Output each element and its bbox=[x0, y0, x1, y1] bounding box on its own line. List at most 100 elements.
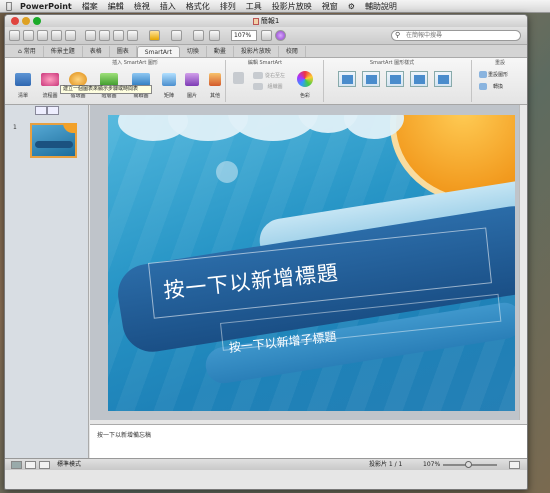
cut-icon[interactable] bbox=[85, 30, 96, 41]
outline-view-tab[interactable] bbox=[47, 106, 59, 115]
bubble-graphic bbox=[216, 161, 238, 183]
fit-window-button[interactable] bbox=[509, 461, 520, 469]
notes-view-button[interactable] bbox=[39, 461, 50, 469]
help-icon[interactable] bbox=[275, 30, 286, 41]
style-preset-4[interactable] bbox=[410, 71, 428, 87]
menu-insert[interactable]: 插入 bbox=[160, 1, 176, 12]
zoom-window-button[interactable] bbox=[33, 17, 41, 25]
menu-bar:  PowerPoint 檔案 編輯 檢視 插入 格式化 排列 工具 投影片放映… bbox=[0, 0, 550, 13]
tab-smartart[interactable]: SmartArt bbox=[136, 46, 180, 57]
thumbnail-sun bbox=[63, 123, 77, 133]
open-icon[interactable] bbox=[37, 30, 48, 41]
process-label: 流程圖 bbox=[42, 93, 58, 99]
colors-icon[interactable] bbox=[297, 71, 313, 87]
slide-show-icon[interactable] bbox=[193, 30, 204, 41]
view-toggle bbox=[35, 106, 59, 115]
group-smartart-styles: SmartArt 圖形樣式 bbox=[369, 60, 415, 66]
slide-thumbnail[interactable] bbox=[30, 123, 77, 158]
list-layout-icon[interactable] bbox=[15, 73, 31, 86]
ribbon-divider bbox=[225, 60, 226, 102]
slide-count-label: 投影片 1 / 1 bbox=[369, 461, 403, 468]
menu-format[interactable]: 格式化 bbox=[186, 1, 210, 12]
menu-view[interactable]: 檢視 bbox=[134, 1, 150, 12]
format-painter-icon[interactable] bbox=[127, 30, 138, 41]
slide-sorter-button[interactable] bbox=[25, 461, 36, 469]
tab-tables[interactable]: 表格 bbox=[83, 46, 110, 57]
zoom-dropdown-icon[interactable] bbox=[261, 30, 272, 41]
ribbon-divider bbox=[471, 60, 472, 102]
gallery-icon[interactable] bbox=[23, 30, 34, 41]
search-icon: ⚲ bbox=[395, 31, 401, 39]
document-icon bbox=[252, 17, 259, 25]
window-title: 簡報1 bbox=[260, 17, 280, 25]
tab-review[interactable]: 校閱 bbox=[279, 46, 306, 57]
app-menu[interactable]: PowerPoint bbox=[20, 2, 72, 11]
search-input[interactable]: ⚲ 在簡報中搜尋 bbox=[391, 30, 521, 41]
standard-toolbar: 107% ⚲ 在簡報中搜尋 bbox=[5, 27, 527, 45]
title-bar: 簡報1 bbox=[5, 15, 527, 27]
print-icon[interactable] bbox=[65, 30, 76, 41]
ribbon-tabs: ⌂ 常用 佈景主題 表格 圖表 SmartArt 切換 動畫 投影片放映 校閱 bbox=[5, 45, 527, 58]
new-presentation-icon[interactable] bbox=[9, 30, 20, 41]
group-insert-smartart: 插入 SmartArt 圖形 bbox=[112, 60, 158, 66]
minimize-window-button[interactable] bbox=[22, 17, 30, 25]
style-preset-2[interactable] bbox=[362, 71, 380, 87]
undo-icon[interactable] bbox=[149, 30, 160, 41]
style-preset-3[interactable] bbox=[386, 71, 404, 87]
tab-charts[interactable]: 圖表 bbox=[110, 46, 137, 57]
notes-placeholder[interactable]: 按一下以新增備忘稿 bbox=[97, 432, 151, 439]
slide-canvas[interactable]: 按一下以新增標題 按一下以新增子標題 bbox=[108, 115, 515, 411]
close-window-button[interactable] bbox=[11, 17, 19, 25]
menu-slideshow[interactable]: 投影片放映 bbox=[272, 1, 312, 12]
copy-icon[interactable] bbox=[99, 30, 110, 41]
apple-menu-icon[interactable]:  bbox=[6, 1, 12, 12]
menu-edit[interactable]: 編輯 bbox=[108, 1, 124, 12]
slides-view-tab[interactable] bbox=[35, 106, 47, 115]
ribbon-divider bbox=[323, 60, 324, 102]
picture-label: 圖片 bbox=[186, 93, 197, 99]
tab-home[interactable]: ⌂ 常用 bbox=[11, 46, 44, 57]
view-mode-label: 標準模式 bbox=[57, 461, 82, 468]
right-to-left-label: 從右至左 bbox=[264, 73, 285, 79]
menu-tools[interactable]: 工具 bbox=[246, 1, 262, 12]
status-bar: 標準模式 投影片 1 / 1 107% bbox=[5, 458, 527, 470]
vertical-scrollbar[interactable] bbox=[519, 105, 527, 420]
style-preset-5[interactable] bbox=[434, 71, 452, 87]
menu-arrange[interactable]: 排列 bbox=[220, 1, 236, 12]
matrix-layout-icon[interactable] bbox=[162, 73, 176, 86]
group-edit-smartart: 編輯 SmartArt bbox=[247, 60, 283, 66]
tab-animations[interactable]: 動畫 bbox=[207, 46, 234, 57]
other-label: 其他 bbox=[209, 93, 220, 99]
tab-transitions[interactable]: 切換 bbox=[180, 46, 207, 57]
normal-view-button[interactable] bbox=[11, 461, 22, 469]
sidebar-icon[interactable] bbox=[209, 30, 220, 41]
org-chart-label: 組織圖 bbox=[267, 84, 283, 90]
style-preset-1[interactable] bbox=[338, 71, 356, 87]
notes-pane[interactable]: 按一下以新增備忘稿 bbox=[90, 424, 527, 458]
menu-script-icon[interactable]: ⚙ bbox=[348, 2, 355, 11]
reset-graphic-label[interactable]: 重設圖形 bbox=[486, 71, 510, 78]
save-icon[interactable] bbox=[51, 30, 62, 41]
thumbnail-band bbox=[35, 141, 73, 148]
status-zoom-label: 107% bbox=[423, 461, 441, 468]
matrix-label: 矩陣 bbox=[163, 93, 174, 99]
slide-thumbnail-pane: 1 bbox=[5, 105, 89, 458]
tooltip: 建立一個圖表來顯示步驟或時間表 bbox=[60, 85, 152, 94]
menu-help[interactable]: 輔助說明 bbox=[365, 1, 397, 12]
list-label: 清單 bbox=[17, 93, 28, 99]
picture-layout-icon[interactable] bbox=[185, 73, 199, 86]
menu-file[interactable]: 檔案 bbox=[82, 1, 98, 12]
colors-label: 色彩 bbox=[299, 93, 310, 99]
zoom-slider-thumb[interactable] bbox=[465, 461, 472, 468]
convert-label[interactable]: 轉換 bbox=[486, 83, 510, 90]
other-layout-icon[interactable] bbox=[209, 73, 221, 86]
tab-slideshow[interactable]: 投影片放映 bbox=[234, 46, 279, 57]
process-layout-icon[interactable] bbox=[41, 73, 59, 86]
menu-window[interactable]: 視窗 bbox=[322, 1, 338, 12]
slide-number: 1 bbox=[13, 124, 17, 131]
redo-icon[interactable] bbox=[171, 30, 182, 41]
zoom-field[interactable]: 107% bbox=[231, 30, 257, 41]
paste-icon[interactable] bbox=[113, 30, 124, 41]
tab-themes[interactable]: 佈景主題 bbox=[44, 46, 83, 57]
zoom-slider[interactable] bbox=[443, 461, 497, 468]
